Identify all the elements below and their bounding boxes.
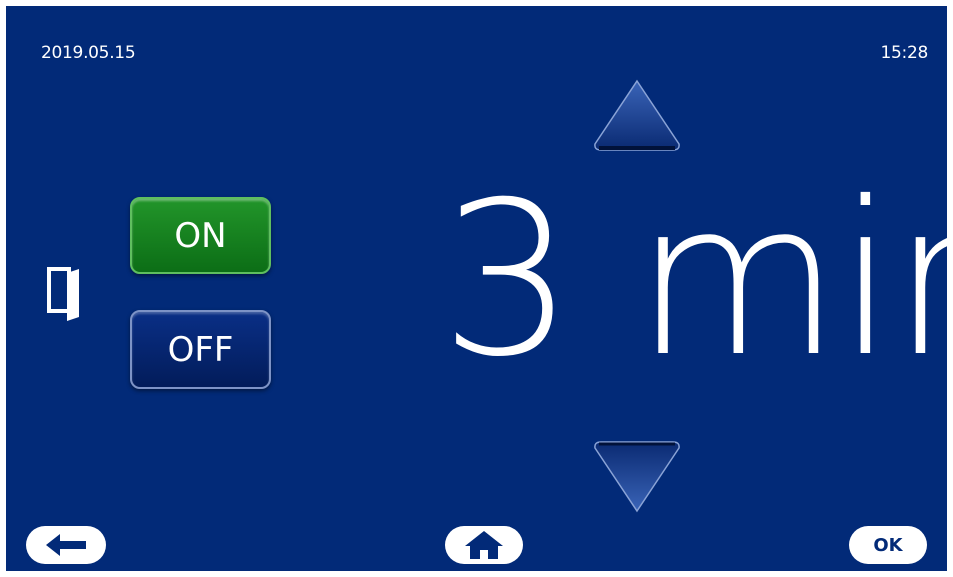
home-icon (465, 531, 503, 559)
time-display: 15:28 (880, 43, 929, 63)
ok-button[interactable]: OK (849, 526, 927, 564)
on-button[interactable]: ON (130, 197, 271, 274)
back-button[interactable] (26, 526, 106, 564)
ok-button-label: OK (873, 534, 903, 556)
date-display: 2019.05.15 (41, 43, 136, 63)
door-open-icon (47, 267, 79, 321)
increase-button[interactable] (591, 78, 683, 154)
off-button-label: OFF (167, 329, 234, 370)
home-button[interactable] (445, 526, 523, 564)
arrow-left-icon (46, 534, 86, 556)
timer-value: 3 min (440, 156, 947, 403)
decrease-button[interactable] (591, 438, 683, 514)
on-button-label: ON (174, 215, 227, 256)
screen: 2019.05.15 15:28 ON OFF 3 min (6, 6, 947, 571)
off-button[interactable]: OFF (130, 310, 271, 389)
